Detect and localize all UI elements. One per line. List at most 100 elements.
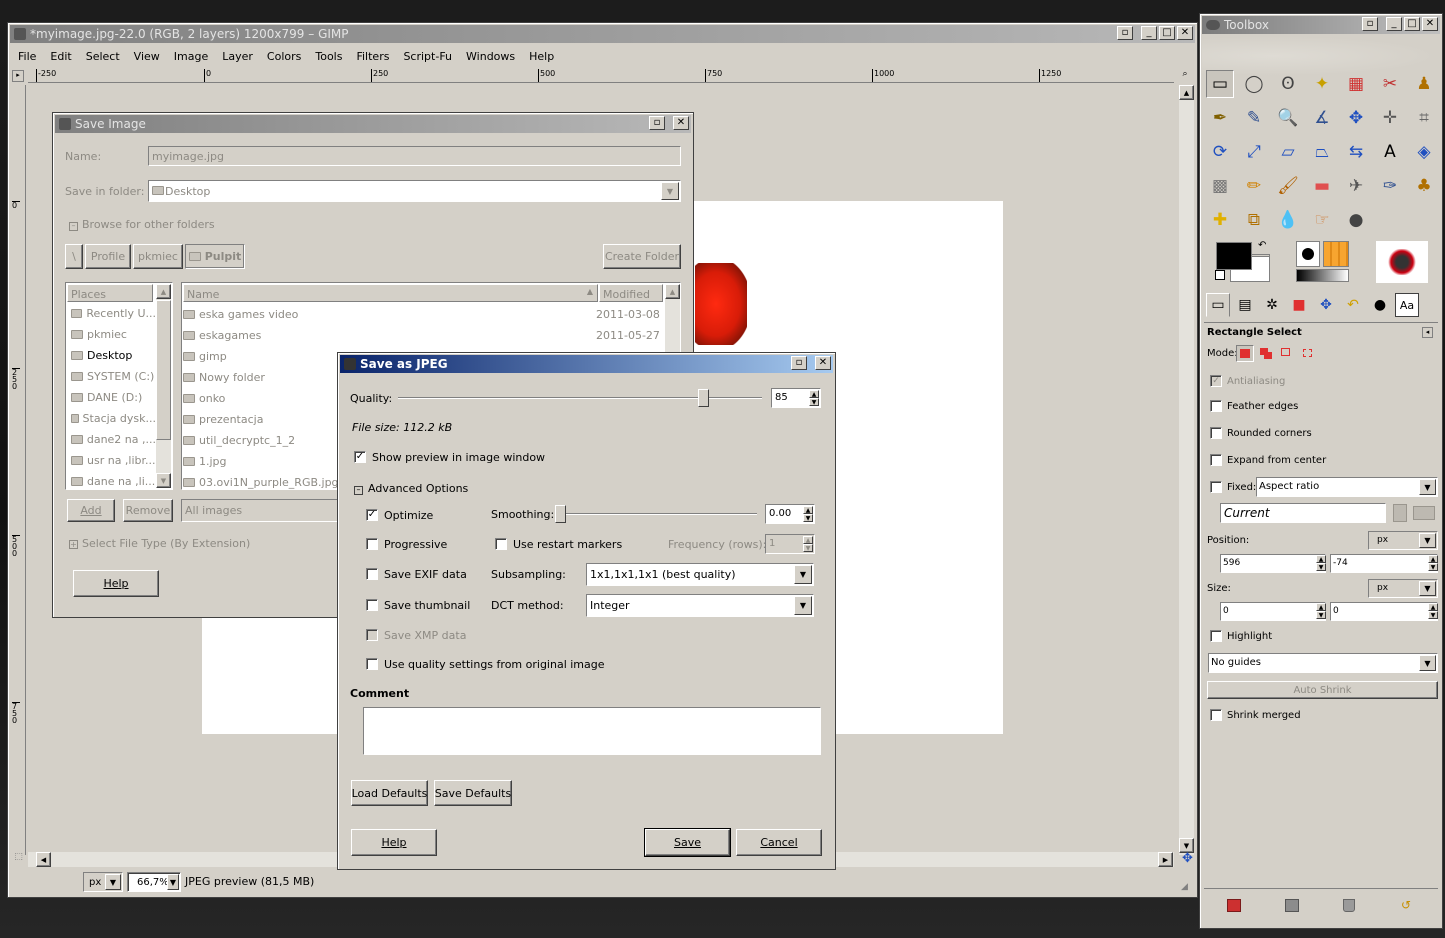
tab-device-status-icon[interactable]: ▤ [1233,293,1257,317]
position-x-field[interactable]: 596 ▲ ▼ [1220,554,1326,573]
smoothing-slider-thumb[interactable] [555,505,566,523]
name-column-header[interactable]: Name ▲ [183,284,598,302]
restore-options-icon[interactable] [1285,899,1299,912]
smoothing-spinbox[interactable]: 0.00 ▲ ▼ [765,504,815,524]
place-item[interactable]: pkmiec [71,324,156,345]
ink-icon[interactable]: ✑ [1376,172,1404,200]
place-item[interactable]: DANE (D:) [71,387,156,408]
menu-help[interactable]: Help [522,50,561,63]
paintbrush-icon[interactable]: 🖌 [1274,172,1302,200]
use-quality-checkbox[interactable] [366,658,378,670]
menu-layer[interactable]: Layer [215,50,260,63]
save-options-icon[interactable] [1227,899,1241,912]
menu-view[interactable]: View [127,50,167,63]
rect-select-icon[interactable]: ▭ [1206,70,1234,98]
place-item[interactable]: dane na ,li... [71,471,156,492]
eraser-icon[interactable]: ▬ [1308,172,1336,200]
toolbox-titlebar[interactable]: Toolbox ▫ _ □ ✕ [1202,16,1440,34]
create-folder-button[interactable]: Create Folder [603,244,681,269]
zoom-select[interactable]: 66,7% ▼ [127,872,181,892]
shrink-merged-checkbox[interactable] [1210,709,1222,721]
pencil-icon[interactable]: ✏ [1240,172,1268,200]
add-place-button[interactable]: Add [67,499,115,522]
size-width-field[interactable]: 0 ▲ ▼ [1220,602,1326,621]
resize-grip-icon[interactable]: ◢ [1181,882,1188,892]
quality-slider[interactable] [398,387,762,409]
quality-slider-thumb[interactable] [698,389,709,407]
mode-add-button[interactable] [1257,345,1275,362]
menu-file[interactable]: File [11,50,43,63]
foreground-select-icon[interactable]: ♟ [1410,70,1438,98]
save-button[interactable]: Save [644,828,731,857]
maximize-button[interactable]: □ [1404,17,1420,31]
load-defaults-button[interactable]: Load Defaults [351,780,428,806]
menu-filters[interactable]: Filters [349,50,396,63]
tab-undo-history-icon[interactable]: ↶ [1341,293,1365,317]
frequency-spinbox[interactable]: 1 ▲ ▼ [765,534,815,554]
fixed-checkbox[interactable] [1210,481,1222,493]
path-button-pkmiec[interactable]: pkmiec [133,244,183,269]
smudge-icon[interactable]: ☞ [1308,206,1336,234]
antialiasing-checkbox[interactable]: ✓ [1210,375,1222,387]
place-item[interactable]: Recently U... [71,303,156,324]
mode-replace-button[interactable] [1236,345,1254,362]
name-field[interactable]: myimage.jpg [148,146,681,166]
unit-select[interactable]: px ▼ [83,872,123,892]
mode-intersect-button[interactable] [1299,345,1317,362]
dct-method-combo[interactable]: Integer ▼ [586,594,814,617]
position-unit-combo[interactable]: px ▼ [1368,531,1438,550]
menu-windows[interactable]: Windows [459,50,522,63]
tab-pointer-icon[interactable]: ✥ [1314,293,1338,317]
guides-combo[interactable]: No guides ▼ [1208,653,1438,673]
menu-select[interactable]: Select [79,50,127,63]
rotate-icon[interactable]: ⟳ [1206,138,1234,166]
fixed-mode-combo[interactable]: Aspect ratio ▼ [1256,477,1438,497]
position-y-field[interactable]: -74 ▲ ▼ [1330,554,1438,573]
color-picker-icon[interactable]: ✎ [1240,104,1268,132]
zoom-to-window-icon[interactable]: ⌕ [1178,69,1192,83]
shade-button[interactable]: ▫ [1362,17,1378,31]
places-header[interactable]: Places [67,284,153,302]
quality-spinbox[interactable]: 85 ▲ ▼ [771,388,821,408]
fuzzy-select-icon[interactable]: ✦ [1308,70,1336,98]
file-type-expander[interactable]: + Select File Type (By Extension) [69,537,250,550]
advanced-options-expander[interactable]: – Advanced Options [354,482,468,495]
ruler-corner-button[interactable]: ▸ [12,70,24,82]
shade-button[interactable]: ▫ [649,116,665,130]
menu-colors[interactable]: Colors [260,50,308,63]
rounded-corners-checkbox[interactable] [1210,427,1222,439]
smoothing-slider[interactable] [555,503,757,525]
dodge-burn-icon[interactable]: ● [1342,206,1370,234]
crop-icon[interactable]: ⌗ [1410,104,1438,132]
select-by-color-icon[interactable]: ▦ [1342,70,1370,98]
save-image-titlebar[interactable]: Save Image ▫ ✕ [55,115,691,133]
zoom-icon[interactable]: 🔍 [1274,104,1302,132]
save-exif-checkbox[interactable] [366,568,378,580]
restart-markers-checkbox[interactable] [495,538,507,550]
tab-color-icon[interactable]: ■ [1287,293,1311,317]
free-select-icon[interactable]: ʘ [1274,70,1302,98]
text-icon[interactable]: A [1376,138,1404,166]
close-button[interactable]: ✕ [815,356,831,370]
close-button[interactable]: ✕ [1422,17,1438,31]
bucket-fill-icon[interactable]: ◈ [1410,138,1438,166]
shade-button[interactable]: ▫ [791,356,807,370]
ellipse-select-icon[interactable]: ◯ [1240,70,1268,98]
place-item[interactable]: Stacja dysk... [71,408,156,429]
perspective-icon[interactable]: ⏢ [1308,138,1336,166]
heal-icon[interactable]: ✚ [1206,206,1234,234]
close-button[interactable]: ✕ [673,116,689,130]
swap-colors-icon[interactable]: ↶ [1258,240,1266,251]
align-icon[interactable]: ✛ [1376,104,1404,132]
expand-center-checkbox[interactable] [1210,454,1222,466]
configure-tab-icon[interactable]: ◂ [1422,327,1433,338]
minimize-button[interactable]: _ [1386,17,1402,31]
comment-textarea[interactable] [363,707,821,755]
reset-options-icon[interactable]: ↺ [1401,899,1415,912]
scissors-icon[interactable]: ✂ [1376,70,1404,98]
remove-place-button[interactable]: Remove [123,499,173,522]
tab-fonts-icon[interactable]: Aa [1395,293,1419,317]
minimize-button[interactable]: _ [1141,26,1157,40]
size-height-field[interactable]: 0 ▲ ▼ [1330,602,1438,621]
pattern-indicator[interactable] [1323,241,1349,267]
